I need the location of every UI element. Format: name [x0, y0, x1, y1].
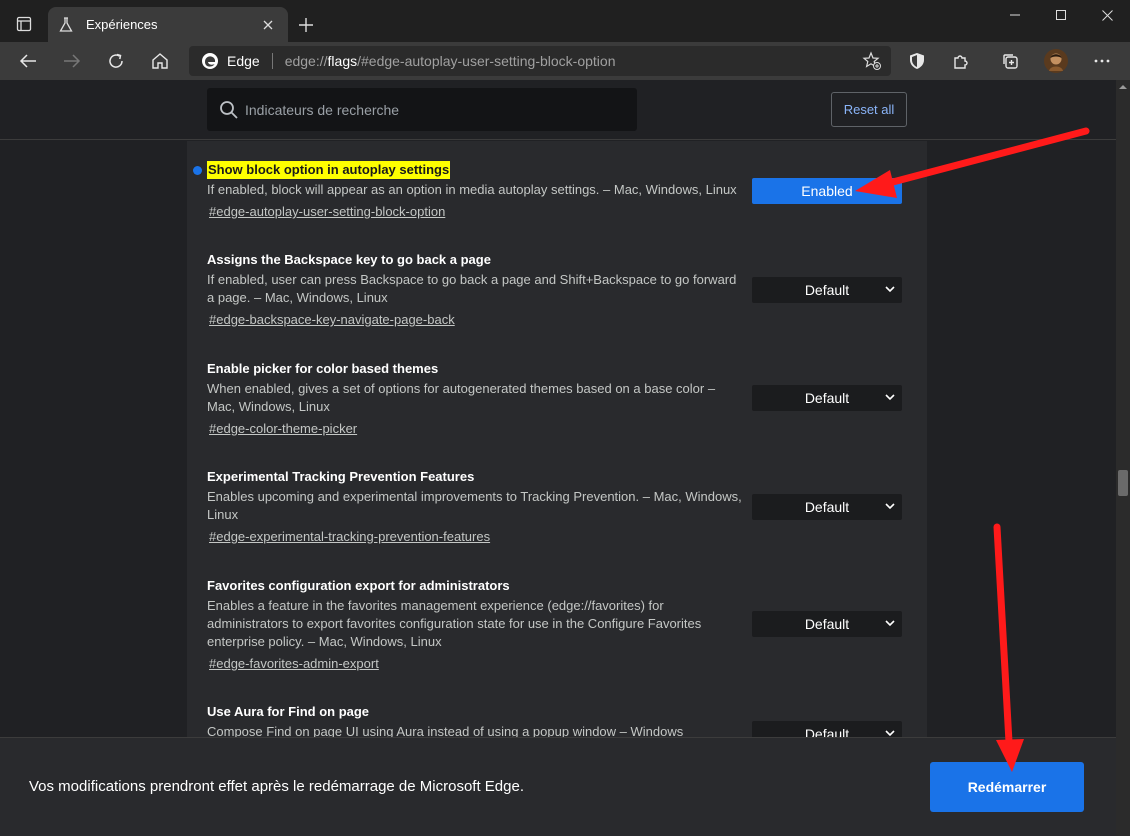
flag-item: Assigns the Backspace key to go back a p…: [207, 251, 907, 329]
home-button[interactable]: [145, 46, 175, 76]
collections-icon: [1003, 54, 1018, 69]
flag-description: Enables a feature in the favorites manag…: [207, 598, 702, 649]
tab-experiences[interactable]: Expériences: [48, 7, 288, 42]
chevron-down-icon: [885, 187, 895, 194]
scroll-up-arrow-icon[interactable]: [1118, 82, 1128, 92]
maximize-icon: [1056, 10, 1066, 20]
chevron-down-icon: [885, 620, 895, 627]
restart-bar: Vos modifications prendront effet après …: [0, 737, 1116, 836]
search-box[interactable]: [207, 88, 637, 131]
flag-title: Use Aura for Find on page: [207, 704, 370, 719]
flag-state-select[interactable]: Default: [752, 385, 902, 411]
minimize-icon: [1010, 14, 1020, 16]
more-icon: [1094, 59, 1110, 63]
browser-toolbar: Edge edge://flags/#edge-autoplay-user-se…: [0, 42, 1130, 80]
flag-title: Show block option in autoplay settings: [207, 161, 451, 179]
favorite-add-icon: [862, 51, 881, 70]
flag-title: Experimental Tracking Prevention Feature…: [207, 469, 475, 484]
scrollbar-thumb[interactable]: [1118, 470, 1128, 496]
flag-title: Assigns the Backspace key to go back a p…: [207, 252, 491, 267]
flag-state-select[interactable]: Default: [752, 277, 902, 303]
flag-item: Show block option in autoplay settings I…: [193, 161, 907, 221]
profile-button[interactable]: [1041, 46, 1071, 76]
site-name: Edge: [227, 53, 260, 69]
flags-page: Reset all Show block option in autoplay …: [0, 80, 1116, 836]
tab-title: Expériences: [86, 17, 158, 32]
restart-message: Vos modifications prendront effet après …: [29, 778, 524, 795]
reset-all-button[interactable]: Reset all: [831, 92, 907, 127]
vertical-scrollbar[interactable]: [1116, 80, 1130, 836]
add-favorite-button[interactable]: [861, 50, 883, 72]
chevron-down-icon: [885, 394, 895, 401]
forward-icon: [64, 54, 81, 68]
flag-state-select[interactable]: Default: [752, 494, 902, 520]
flag-item: Use Aura for Find on page Compose Find o…: [207, 703, 907, 747]
address-separator: [271, 53, 273, 69]
flag-description: Enables upcoming and experimental improv…: [207, 489, 742, 522]
refresh-button[interactable]: [101, 46, 131, 76]
search-input[interactable]: [245, 101, 605, 118]
tab-actions-icon: [16, 16, 32, 32]
flags-list: Show block option in autoplay settings I…: [187, 141, 927, 836]
flask-icon: [58, 16, 74, 33]
collections-button[interactable]: [995, 46, 1025, 76]
flag-link[interactable]: #edge-backspace-key-navigate-page-back: [209, 311, 455, 329]
modified-indicator: [193, 166, 202, 175]
close-icon: [1101, 9, 1113, 21]
minimize-button[interactable]: [992, 0, 1038, 30]
flag-state-select[interactable]: Default: [752, 611, 902, 637]
address-bar[interactable]: Edge edge://flags/#edge-autoplay-user-se…: [189, 46, 891, 76]
flag-item: Favorites configuration export for admin…: [207, 577, 907, 673]
close-icon: [263, 20, 273, 29]
flag-link[interactable]: #edge-favorites-admin-export: [209, 655, 379, 673]
extensions-button[interactable]: [946, 46, 976, 76]
puzzle-extension-icon: [954, 55, 968, 69]
flag-state-value: Default: [804, 282, 850, 298]
flags-header: Reset all: [0, 80, 1116, 140]
flag-description: When enabled, gives a set of options for…: [207, 381, 716, 414]
url-text: edge://flags/#edge-autoplay-user-setting…: [284, 53, 616, 69]
flag-description: If enabled, block will appear as an opti…: [207, 182, 737, 197]
back-icon: [19, 54, 36, 68]
chevron-down-icon: [885, 286, 895, 293]
flag-link[interactable]: #edge-autoplay-user-setting-block-option: [209, 203, 445, 221]
flag-state-value: Default: [804, 616, 850, 632]
shield-extension-icon: [910, 53, 924, 69]
forward-button[interactable]: [57, 46, 87, 76]
new-tab-button[interactable]: [294, 13, 318, 37]
maximize-button[interactable]: [1038, 0, 1084, 30]
flag-item: Enable picker for color based themes Whe…: [207, 360, 907, 438]
flag-link[interactable]: #edge-experimental-tracking-prevention-f…: [209, 528, 490, 546]
flag-state-value: Default: [804, 499, 850, 515]
profile-avatar: [1044, 49, 1068, 73]
extension-shield-button[interactable]: [902, 46, 932, 76]
flag-title: Favorites configuration export for admin…: [207, 578, 510, 593]
close-window-button[interactable]: [1084, 0, 1130, 30]
search-icon: [220, 100, 238, 119]
plus-icon: [299, 18, 313, 32]
edge-logo-icon: [202, 53, 218, 69]
home-icon: [152, 53, 168, 69]
flag-title: Enable picker for color based themes: [207, 361, 439, 376]
flag-item: Experimental Tracking Prevention Feature…: [207, 468, 907, 546]
restart-button[interactable]: Redémarrer: [930, 762, 1084, 812]
more-menu-button[interactable]: [1087, 46, 1117, 76]
title-bar: Expériences: [0, 0, 1130, 42]
flag-description: If enabled, user can press Backspace to …: [207, 272, 737, 305]
close-tab-button[interactable]: [258, 15, 278, 35]
flag-state-value: Enabled: [801, 183, 853, 199]
back-button[interactable]: [13, 46, 43, 76]
refresh-icon: [109, 53, 123, 68]
flag-link[interactable]: #edge-color-theme-picker: [209, 420, 357, 438]
flag-state-select[interactable]: Enabled: [752, 178, 902, 204]
flag-state-value: Default: [804, 390, 850, 406]
chevron-down-icon: [885, 503, 895, 510]
tab-actions-button[interactable]: [8, 10, 40, 38]
